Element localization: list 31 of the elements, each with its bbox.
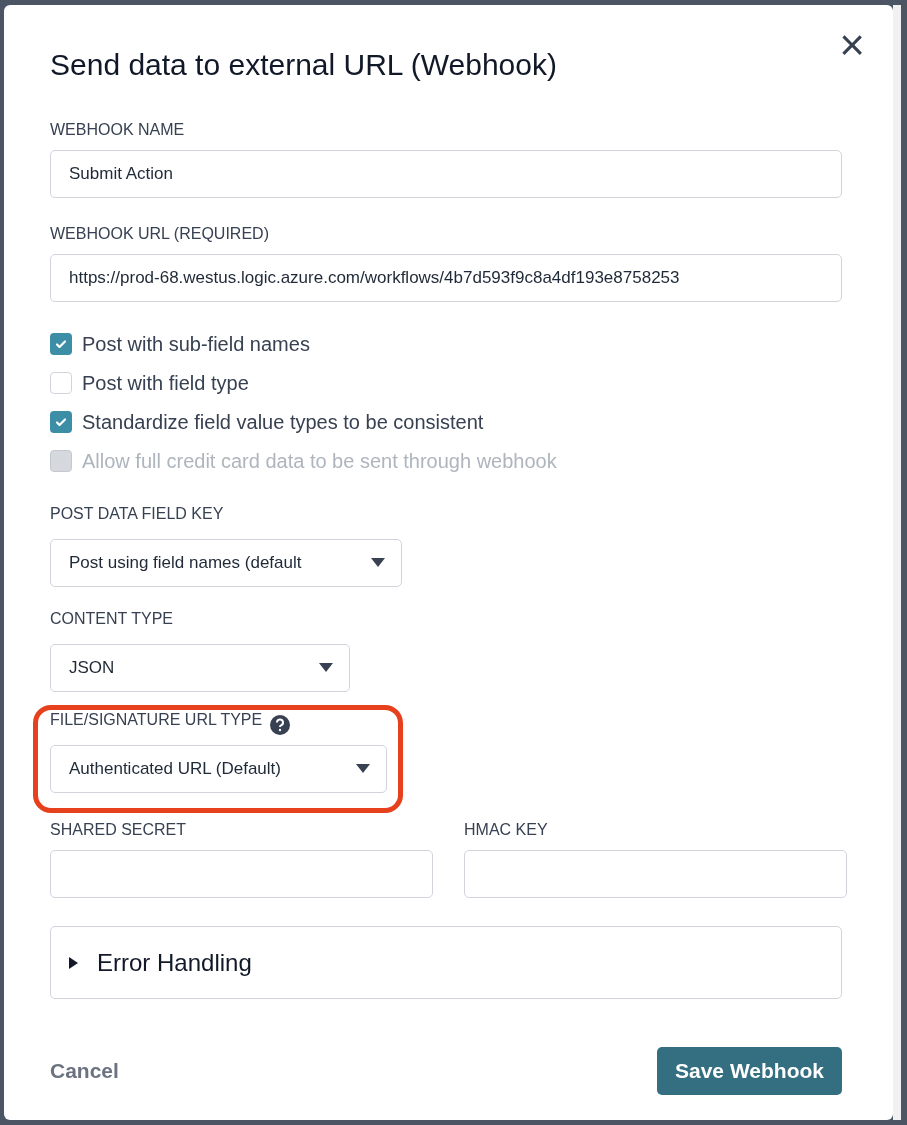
close-button[interactable]: × bbox=[839, 23, 865, 67]
dropdown[interactable]: Authenticated URL (Default) bbox=[50, 745, 387, 793]
field-label: CONTENT TYPE bbox=[50, 609, 173, 629]
checkbox-label: Standardize field value types to be consistent bbox=[82, 410, 484, 435]
dropdown[interactable]: JSON bbox=[50, 644, 350, 692]
field-label: HMAC KEY bbox=[464, 820, 549, 840]
checkbox[interactable] bbox=[50, 411, 72, 433]
text-field[interactable]: Submit Action bbox=[50, 150, 842, 198]
text-field[interactable]: https://prod-68.westus.logic.azure.com/workflows/4b7d593f9c8a4df193e8758253 bbox=[50, 254, 842, 302]
accordion-header[interactable]: Error Handling bbox=[50, 926, 842, 999]
checkbox-label: Post with field type bbox=[82, 371, 249, 396]
text-field[interactable] bbox=[50, 850, 433, 898]
field-label: WEBHOOK URL (REQUIRED) bbox=[50, 224, 270, 244]
field-label: WEBHOOK NAME bbox=[50, 120, 186, 140]
field-label: POST DATA FIELD KEY bbox=[50, 504, 224, 524]
dropdown[interactable]: Post using field names (default bbox=[50, 539, 402, 587]
caret-icon bbox=[319, 663, 333, 673]
checkbox-label: Allow full credit card data to be sent through webhook bbox=[82, 449, 557, 474]
checkbox[interactable] bbox=[50, 333, 72, 355]
text-field[interactable] bbox=[464, 850, 847, 898]
field-label: SHARED SECRET bbox=[50, 820, 188, 840]
caret-icon bbox=[371, 558, 385, 568]
checkbox[interactable] bbox=[50, 372, 72, 394]
help-icon[interactable] bbox=[270, 715, 291, 735]
cancel-button[interactable]: Cancel bbox=[50, 1055, 119, 1087]
field-label: FILE/SIGNATURE URL TYPE bbox=[50, 710, 263, 730]
checkbox-label: Post with sub-field names bbox=[82, 332, 310, 357]
dialog-title: Send data to external URL (Webhook) bbox=[50, 47, 558, 83]
caret-icon bbox=[69, 956, 79, 969]
caret-icon bbox=[356, 764, 370, 774]
save-button[interactable]: Save Webhook bbox=[657, 1047, 842, 1095]
